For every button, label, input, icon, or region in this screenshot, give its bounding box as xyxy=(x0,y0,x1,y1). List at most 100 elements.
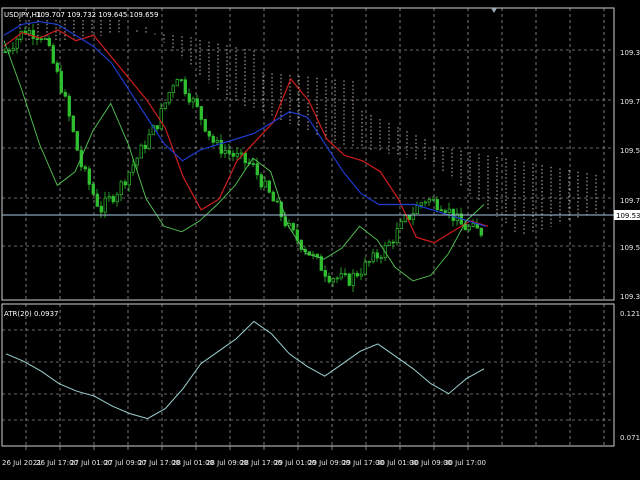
candle-body-bear xyxy=(439,209,443,212)
candle-body-bear xyxy=(219,140,223,154)
candle-body-bear xyxy=(199,106,203,120)
candle-body-bear xyxy=(99,205,103,213)
candle-body-bull xyxy=(427,199,431,203)
candle-body-bear xyxy=(375,252,379,259)
candle-body-bear xyxy=(3,51,7,54)
price-tick-label: 109.525 xyxy=(620,147,640,155)
candle-body-bull xyxy=(387,241,391,246)
candle-body-bull xyxy=(215,140,219,143)
candle-body-bull xyxy=(331,278,335,283)
candle-body-bull xyxy=(423,201,427,204)
candle-body-bear xyxy=(111,196,115,203)
candle-body-bull xyxy=(103,197,107,213)
candle-body-bull xyxy=(335,277,339,280)
current-price-label: 109.533 xyxy=(616,212,640,220)
candle[interactable] xyxy=(175,78,179,87)
candle-body-bear xyxy=(195,98,199,107)
candle-body-bear xyxy=(443,210,447,213)
candle-body-bull xyxy=(447,208,451,213)
candle-body-bull xyxy=(127,171,131,186)
candle-body-bear xyxy=(63,92,67,97)
candle-body-bull xyxy=(471,223,475,227)
candle-body-bear xyxy=(435,199,439,210)
trading-chart[interactable]: USDJPY,H1 109.707 109.732 109.645 109.65… xyxy=(0,0,640,480)
candle-body-bear xyxy=(31,30,35,39)
candle-body-bear xyxy=(391,241,395,244)
candle-body-bull xyxy=(359,273,363,277)
candle-body-bull xyxy=(191,98,195,103)
candle-body-bear xyxy=(143,144,147,149)
candle[interactable] xyxy=(203,118,207,133)
candle-body-bear xyxy=(227,150,231,154)
candle-body-bear xyxy=(291,223,295,231)
candle-body-bull xyxy=(119,181,123,195)
candle-body-bull xyxy=(107,196,111,199)
candle-body-bull xyxy=(135,157,139,166)
candle-body-bull xyxy=(399,221,403,229)
candle-body-bear xyxy=(243,152,247,164)
candle-body-bull xyxy=(351,272,355,286)
candle-body-bear xyxy=(91,183,95,195)
price-tick-label: 109.730 xyxy=(620,98,640,106)
candle-body-bear xyxy=(187,93,191,103)
candle-body-bear xyxy=(267,180,271,193)
candle-body-bear xyxy=(347,273,351,286)
candle[interactable] xyxy=(51,43,55,65)
candle-body-bear xyxy=(251,163,255,165)
candle-body-bear xyxy=(275,200,279,203)
candle[interactable] xyxy=(71,115,75,133)
price-tick-label: 109.345 xyxy=(620,293,640,301)
candle-body-bear xyxy=(315,253,319,257)
candle-body-bull xyxy=(167,92,171,104)
candle-body-bull xyxy=(175,79,179,87)
candle-body-bull xyxy=(163,102,167,109)
candle[interactable] xyxy=(347,272,351,287)
candle-body-bear xyxy=(343,273,347,276)
candle[interactable] xyxy=(267,179,271,194)
candle-body-bear xyxy=(59,71,63,93)
candle[interactable] xyxy=(139,143,143,159)
candle-body-bear xyxy=(47,38,51,46)
candle-body-bull xyxy=(239,152,243,155)
candle-body-bear xyxy=(323,270,327,277)
candle-body-bull xyxy=(367,261,371,263)
candle-body-bull xyxy=(131,164,135,173)
candle-body-bull xyxy=(15,38,19,49)
candle-body-bull xyxy=(395,228,399,244)
candle[interactable] xyxy=(75,130,79,151)
candle-body-bear xyxy=(67,95,71,117)
candle-body-bear xyxy=(231,153,235,157)
candle[interactable] xyxy=(319,253,323,271)
candle-body-bear xyxy=(179,79,183,81)
candle-body-bear xyxy=(39,38,43,41)
atr-tick-label: 0.0716 xyxy=(620,434,640,442)
candle-body-bear xyxy=(211,135,215,143)
candle-body-bull xyxy=(415,205,419,214)
candle-body-bear xyxy=(71,115,75,132)
ohlc-values: 109.707 109.732 109.645 109.659 xyxy=(36,11,158,19)
candle-body-bear xyxy=(207,130,211,137)
candle-body-bear xyxy=(75,131,79,151)
candle-body-bear xyxy=(479,227,483,236)
candle[interactable] xyxy=(183,76,187,97)
candle-body-bull xyxy=(363,261,367,275)
chart-background xyxy=(0,0,640,480)
price-tick-label: 109.315 xyxy=(620,49,640,57)
candle-body-bear xyxy=(327,275,331,283)
candle-body-bear xyxy=(355,272,359,277)
candle-body-bear xyxy=(51,45,55,64)
candle-body-bull xyxy=(419,202,423,206)
candle-body-bull xyxy=(431,199,435,201)
candle-body-bull xyxy=(311,253,315,256)
candle-body-bull xyxy=(371,252,375,262)
candle-body-bull xyxy=(339,273,343,279)
candle-body-bear xyxy=(183,79,187,95)
candle-body-bear xyxy=(123,181,127,186)
candle-body-bull xyxy=(263,180,267,188)
candle-body-bull xyxy=(235,153,239,157)
candle-body-bear xyxy=(255,163,259,176)
candle-body-bear xyxy=(35,38,39,40)
candle-body-bull xyxy=(379,257,383,259)
candle-body-bull xyxy=(115,194,119,203)
candle-body-bull xyxy=(411,213,415,220)
